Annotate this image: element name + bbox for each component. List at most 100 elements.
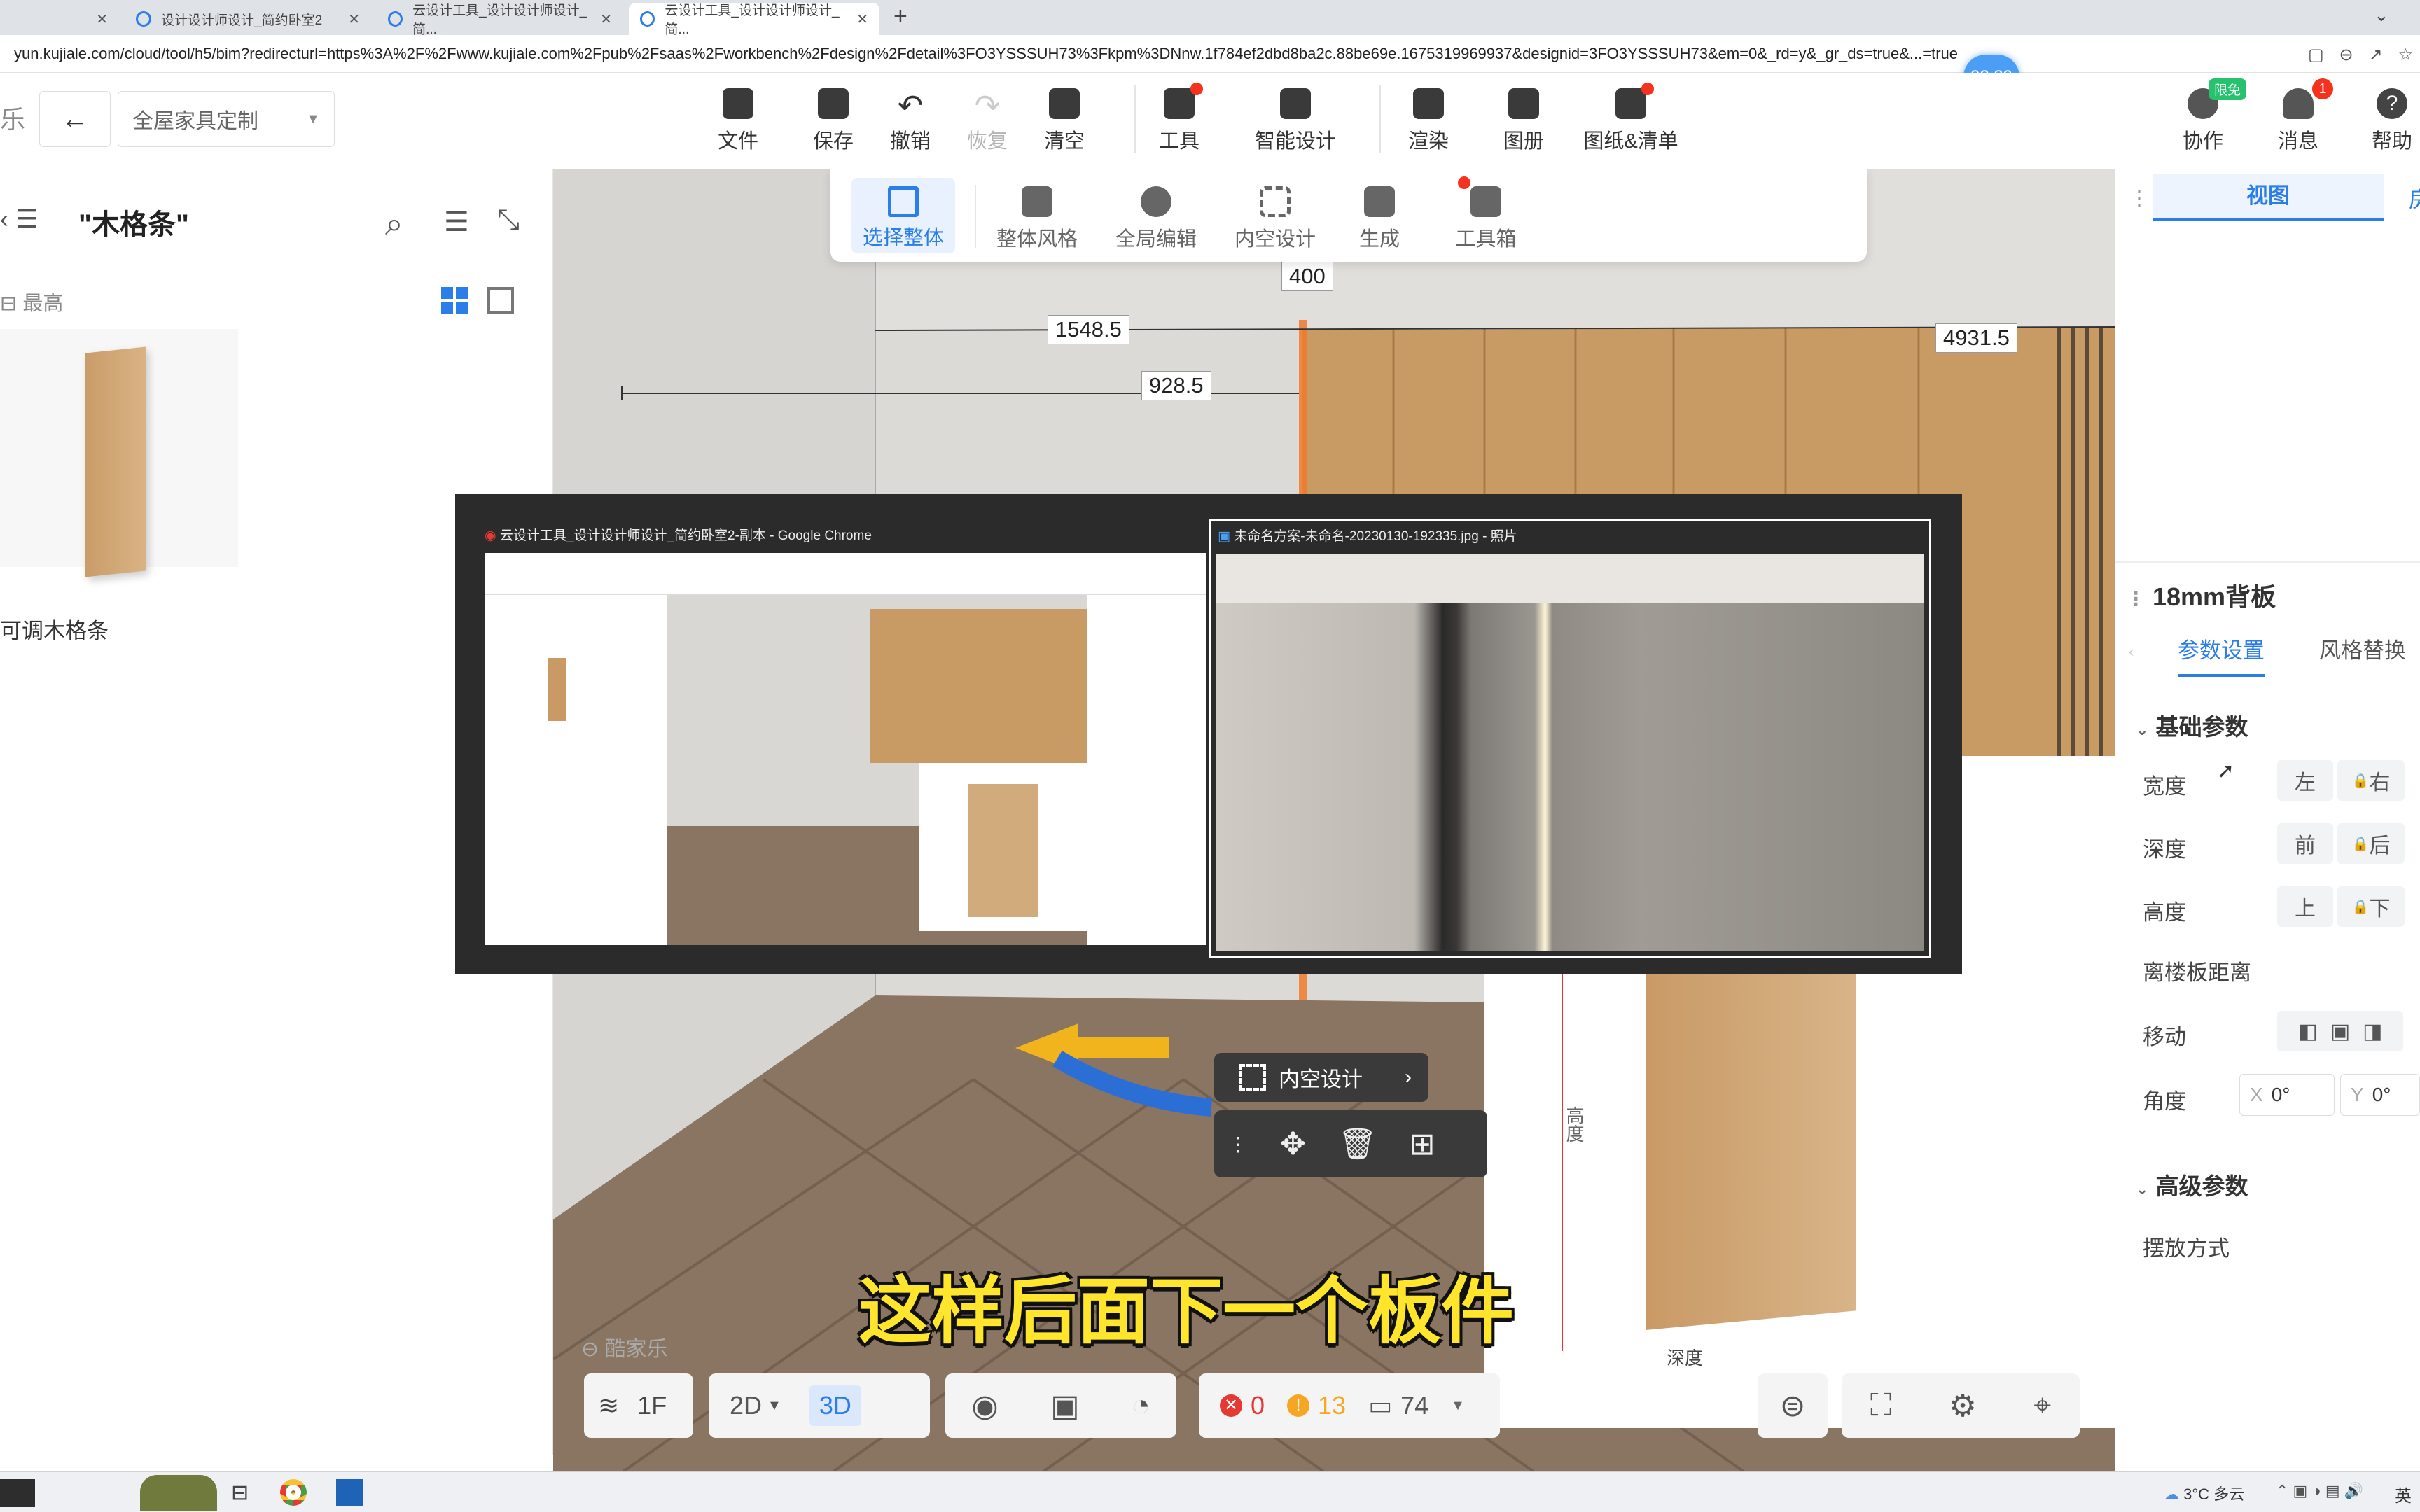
toolbar-file-button[interactable]: 文件 <box>703 88 773 154</box>
basic-params-header[interactable]: ⌄ 基础参数 <box>2136 708 2248 742</box>
grid-view-icon[interactable] <box>441 287 468 314</box>
weather-widget[interactable]: ☁ 3°C 多云 <box>2164 1482 2244 1504</box>
gauge-icon[interactable]: ◔ <box>1132 1388 1150 1423</box>
select-whole-button[interactable]: 选择整体 <box>851 178 955 253</box>
interior-design-button[interactable]: 内空设计 <box>1223 186 1328 252</box>
bookmark-icon[interactable]: ☆ <box>2398 45 2413 65</box>
save-icon <box>818 88 849 119</box>
list-view-icon[interactable] <box>487 287 514 314</box>
toolbar-tools-button[interactable]: 工具 <box>1144 88 1214 154</box>
toolbar-drawings-button[interactable]: 图纸&清单 <box>1580 88 1682 154</box>
product-name[interactable]: 可调木格条 <box>0 613 109 645</box>
cube-icon[interactable]: ▣ <box>1050 1388 1080 1424</box>
angle-y-input[interactable]: Y 0° <box>2340 1074 2420 1116</box>
select-icon <box>888 186 919 217</box>
camera-settings-icon[interactable]: ⚙ <box>1949 1388 1976 1424</box>
interior-design-popup[interactable]: 内空设计 › <box>1214 1053 1428 1102</box>
move-controls[interactable]: ◧ ▣ ◨ <box>2277 1011 2403 1051</box>
generate-button[interactable]: 生成 <box>1337 186 1421 252</box>
new-tab-button[interactable]: + <box>893 3 908 30</box>
focus-icon[interactable]: ⌖ <box>2033 1388 2051 1423</box>
product-card[interactable] <box>0 329 238 578</box>
input-language[interactable]: 英 <box>2395 1482 2412 1506</box>
tab-1[interactable]: 设计设计师设计_简约卧室2 ✕ <box>125 3 371 35</box>
toolbar-album-button[interactable]: 图册 <box>1489 88 1559 154</box>
sort-option[interactable]: ⊟ 最高 <box>0 287 63 316</box>
anchor-left-button[interactable]: 左 <box>2277 760 2333 801</box>
3d-mode-button[interactable]: 3D <box>809 1385 861 1426</box>
delete-icon[interactable]: 🗑 <box>1338 1126 1377 1162</box>
angle-x-input[interactable]: X 0° <box>2239 1074 2335 1116</box>
anchor-back-button[interactable]: 🔒 后 <box>2337 823 2405 864</box>
anchor-top-button[interactable]: 上 <box>2277 886 2333 927</box>
mode-select[interactable]: 全屋家具定制 ▼ <box>118 91 335 147</box>
drag-handle-icon[interactable]: ⋮ <box>2129 186 2150 211</box>
address-bar[interactable]: yun.kujiale.com/cloud/tool/h5/bim?redire… <box>0 35 2420 73</box>
tab-partial[interactable]: ✕ <box>0 3 119 35</box>
advanced-params-header[interactable]: ⌄ 高级参数 <box>2136 1168 2248 1201</box>
filter-list-icon[interactable]: ☰ <box>444 206 469 238</box>
toolbar-save-button[interactable]: 保存 <box>798 88 868 154</box>
overall-style-button[interactable]: 整体风格 <box>985 186 1090 252</box>
tab-style-replace[interactable]: 风格替换 <box>2319 633 2406 664</box>
eye-icon[interactable]: ◉ <box>971 1388 998 1424</box>
floor-selector[interactable]: ≋ 1F <box>584 1373 693 1438</box>
search-icon[interactable]: ⌕ <box>385 204 403 244</box>
close-tab-icon[interactable]: ✕ <box>600 10 612 28</box>
move-center-icon[interactable]: ▣ <box>2330 1019 2350 1044</box>
toolbar-render-button[interactable]: 渲染 <box>1393 88 1463 154</box>
move-left-icon[interactable]: ◧ <box>2297 1019 2317 1044</box>
toolbar-divider <box>1134 85 1136 153</box>
anchor-front-button[interactable]: 前 <box>2277 823 2333 864</box>
switcher-window-photos[interactable]: ▣ 未命名方案-未命名-20230130-192335.jpg - 照片 <box>1209 519 1931 958</box>
tab-2[interactable]: 云设计工具_设计设计师设计_简... ✕ <box>377 3 623 37</box>
global-edit-button[interactable]: 全局编辑 <box>1104 186 1209 252</box>
close-tab-icon[interactable]: ✕ <box>856 10 868 28</box>
drag-handle-icon[interactable]: ⋮ <box>2126 588 2146 610</box>
window-switcher: ◉ 云设计工具_设计设计师设计_简约卧室2-副本 - Google Chrome… <box>455 494 1962 974</box>
mouse-cursor-icon: ➚ <box>2217 760 2235 783</box>
drag-handle-icon[interactable]: ⋮ <box>1228 1133 1248 1156</box>
toolbox-button[interactable]: 工具箱 <box>1437 186 1535 252</box>
file-icon <box>723 88 753 119</box>
screenshot-icon[interactable]: ▢ <box>2308 45 2324 65</box>
close-tab-icon[interactable]: ✕ <box>96 10 108 28</box>
photos-taskbar-icon[interactable] <box>336 1479 363 1506</box>
logo-icon: ⊖ <box>581 1338 605 1361</box>
zoom-icon[interactable]: ⊖ <box>2339 45 2353 65</box>
chrome-taskbar-icon[interactable] <box>280 1479 307 1506</box>
close-tab-icon[interactable]: ✕ <box>348 10 360 28</box>
2d-mode-button[interactable]: 2D <box>730 1391 762 1420</box>
tab-params[interactable]: 参数设置 <box>2178 633 2265 677</box>
chevron-left-icon[interactable]: ‹ <box>2129 643 2134 661</box>
anchor-bottom-button[interactable]: 🔒 下 <box>2337 886 2405 927</box>
switcher-window-chrome[interactable]: ◉ 云设计工具_设计设计师设计_简约卧室2-副本 - Google Chrome <box>485 525 1206 953</box>
toolbar-redo-button[interactable]: ↷ 恢复 <box>952 88 1022 154</box>
tab-3-active[interactable]: 云设计工具_设计设计师设计_简... ✕ <box>629 3 879 37</box>
share-icon[interactable]: ↗ <box>2369 45 2383 65</box>
tab-room[interactable]: 房 <box>2409 182 2420 214</box>
list-icon: ‹ ☰ <box>0 204 39 233</box>
anchor-right-button[interactable]: 🔒 右 <box>2337 760 2405 801</box>
tray-icons[interactable]: ⌃ ▣ ◑ ▤ 🔊 <box>2276 1482 2363 1500</box>
issue-counter[interactable]: ✕ 0 ! 13 ▭ 74 ▼ <box>1199 1373 1500 1438</box>
thumb-preview <box>919 763 1087 931</box>
tab-view[interactable]: 视图 <box>2153 174 2384 221</box>
move-right-icon[interactable]: ◨ <box>2363 1019 2382 1044</box>
tab-list-icon[interactable]: ⌄ <box>2374 4 2389 26</box>
toolbar-undo-button[interactable]: ↶ 撤销 <box>875 88 945 154</box>
help-button[interactable]: ? 帮助 <box>2357 88 2420 154</box>
hammer-icon <box>1364 186 1395 217</box>
dimension-label: 1548.5 <box>1048 315 1129 344</box>
toolbar-smart-design-button[interactable]: 智能设计 <box>1246 88 1344 154</box>
fit-view-icon[interactable]: ⛶ <box>1870 1388 1892 1423</box>
task-view-icon[interactable]: ⊟ <box>231 1480 249 1505</box>
toolbar-clear-button[interactable]: 清空 <box>1029 88 1099 154</box>
move-icon[interactable]: ✥ <box>1280 1126 1306 1162</box>
back-button[interactable]: ← <box>39 91 111 147</box>
url-text[interactable]: yun.kujiale.com/cloud/tool/h5/bim?redire… <box>14 45 2031 63</box>
copy-icon[interactable]: ⊞ <box>1410 1126 1435 1162</box>
toggle-icon[interactable]: ⊜ <box>1758 1373 1828 1438</box>
collapse-icon[interactable]: ⤡ <box>497 204 520 236</box>
start-area[interactable] <box>0 1479 35 1507</box>
